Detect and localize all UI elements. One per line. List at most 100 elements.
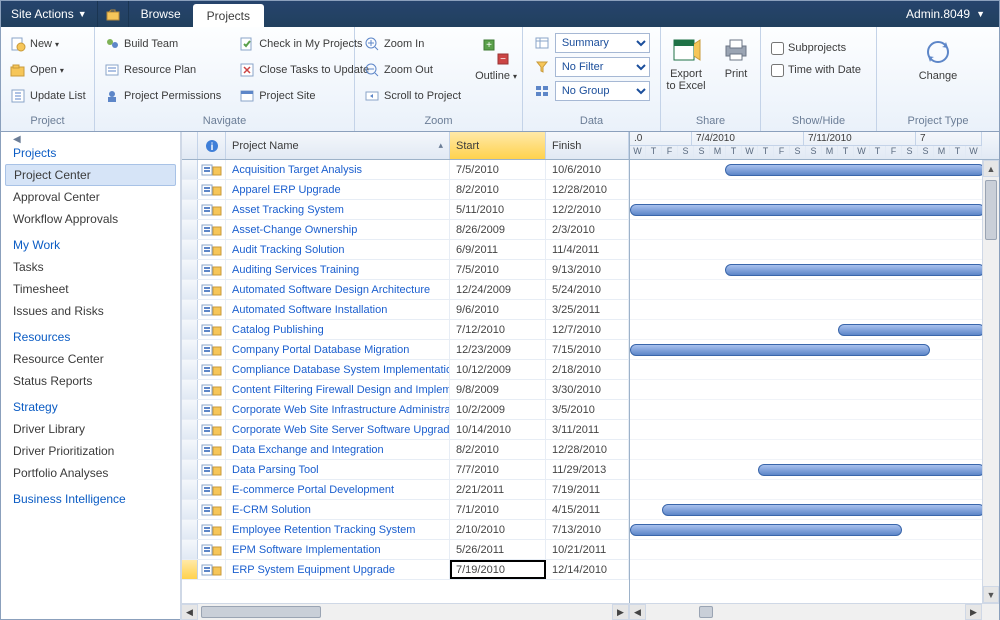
- finish-cell[interactable]: 12/2/2010: [546, 200, 629, 219]
- gantt-bar[interactable]: [630, 204, 985, 216]
- scroll-up-icon[interactable]: ▲: [983, 160, 999, 177]
- project-name-link[interactable]: Corporate Web Site Server Software Upgra…: [226, 420, 450, 439]
- build-team-button[interactable]: Build Team: [97, 33, 228, 55]
- project-name-link[interactable]: E-commerce Portal Development: [226, 480, 450, 499]
- finish-cell[interactable]: 11/4/2011: [546, 240, 629, 259]
- scroll-thumb[interactable]: [985, 180, 997, 240]
- finish-cell[interactable]: 10/6/2010: [546, 160, 629, 179]
- project-name-header[interactable]: Project Name ▴: [226, 132, 450, 159]
- sidebar-item[interactable]: Workflow Approvals: [1, 208, 180, 230]
- table-row[interactable]: Asset Tracking System5/11/201012/2/2010: [182, 200, 629, 220]
- gantt-bar[interactable]: [630, 344, 930, 356]
- table-row[interactable]: Employee Retention Tracking System2/10/2…: [182, 520, 629, 540]
- user-menu[interactable]: Admin.8049 ▼: [892, 1, 999, 27]
- row-header[interactable]: [182, 300, 198, 319]
- sidebar-section-head[interactable]: My Work: [1, 230, 180, 256]
- project-name-link[interactable]: Employee Retention Tracking System: [226, 520, 450, 539]
- table-row[interactable]: Data Exchange and Integration8/2/201012/…: [182, 440, 629, 460]
- scroll-to-project-button[interactable]: Scroll to Project: [357, 85, 468, 107]
- start-cell[interactable]: 8/26/2009: [450, 220, 546, 239]
- finish-cell[interactable]: 11/29/2013: [546, 460, 629, 479]
- row-header[interactable]: [182, 440, 198, 459]
- finish-cell[interactable]: 7/13/2010: [546, 520, 629, 539]
- sidebar-item[interactable]: Issues and Risks: [1, 300, 180, 322]
- finish-cell[interactable]: 12/7/2010: [546, 320, 629, 339]
- gantt-bar[interactable]: [662, 504, 985, 516]
- table-row[interactable]: E-commerce Portal Development2/21/20117/…: [182, 480, 629, 500]
- finish-cell[interactable]: 12/14/2010: [546, 560, 629, 579]
- finish-cell[interactable]: 3/30/2010: [546, 380, 629, 399]
- sidebar-item[interactable]: Tasks: [1, 256, 180, 278]
- project-name-link[interactable]: Audit Tracking Solution: [226, 240, 450, 259]
- gantt-hscroll[interactable]: ◀ ▶: [629, 604, 999, 620]
- scroll-down-icon[interactable]: ▼: [983, 586, 999, 603]
- gantt-bar[interactable]: [838, 324, 985, 336]
- group-select[interactable]: No Group: [555, 81, 650, 101]
- finish-cell[interactable]: 7/19/2011: [546, 480, 629, 499]
- gantt-bar[interactable]: [758, 464, 985, 476]
- table-row[interactable]: Audit Tracking Solution6/9/201111/4/2011: [182, 240, 629, 260]
- sidebar-item[interactable]: Resource Center: [1, 348, 180, 370]
- row-header[interactable]: [182, 180, 198, 199]
- zoom-out-button[interactable]: Zoom Out: [357, 59, 468, 81]
- gantt-body[interactable]: [630, 160, 999, 603]
- row-header[interactable]: [182, 340, 198, 359]
- project-name-link[interactable]: Data Exchange and Integration: [226, 440, 450, 459]
- project-name-link[interactable]: EPM Software Implementation: [226, 540, 450, 559]
- project-name-link[interactable]: Content Filtering Firewall Design and Im…: [226, 380, 450, 399]
- project-name-link[interactable]: ERP System Equipment Upgrade: [226, 560, 450, 579]
- project-name-link[interactable]: Asset Tracking System: [226, 200, 450, 219]
- sidebar-item[interactable]: Driver Library: [1, 418, 180, 440]
- finish-cell[interactable]: 10/21/2011: [546, 540, 629, 559]
- change-button[interactable]: Change: [910, 31, 967, 83]
- finish-header[interactable]: Finish: [546, 132, 629, 159]
- start-cell[interactable]: 5/11/2010: [450, 200, 546, 219]
- zoom-in-button[interactable]: Zoom In: [357, 33, 468, 55]
- row-header[interactable]: [182, 280, 198, 299]
- finish-cell[interactable]: 3/5/2010: [546, 400, 629, 419]
- tab-browse[interactable]: Browse: [129, 1, 193, 27]
- row-header[interactable]: [182, 260, 198, 279]
- project-name-link[interactable]: Auditing Services Training: [226, 260, 450, 279]
- finish-cell[interactable]: 12/28/2010: [546, 180, 629, 199]
- project-name-link[interactable]: Automated Software Installation: [226, 300, 450, 319]
- sidebar-item[interactable]: Driver Prioritization: [1, 440, 180, 462]
- sidebar-section-head[interactable]: Projects: [1, 138, 180, 164]
- collapse-sidebar-icon[interactable]: ◀: [13, 134, 21, 145]
- finish-cell[interactable]: 3/11/2011: [546, 420, 629, 439]
- grid-hscroll[interactable]: ◀ ▶: [181, 604, 629, 620]
- start-cell[interactable]: 9/8/2009: [450, 380, 546, 399]
- finish-cell[interactable]: 2/3/2010: [546, 220, 629, 239]
- table-row[interactable]: E-CRM Solution7/1/20104/15/2011: [182, 500, 629, 520]
- row-header[interactable]: [182, 540, 198, 559]
- project-name-link[interactable]: Apparel ERP Upgrade: [226, 180, 450, 199]
- outline-button[interactable]: +− Outline▾: [472, 31, 520, 113]
- site-actions-menu[interactable]: Site Actions ▼: [1, 1, 98, 27]
- table-row[interactable]: Data Parsing Tool7/7/201011/29/2013: [182, 460, 629, 480]
- start-cell[interactable]: 12/24/2009: [450, 280, 546, 299]
- table-row[interactable]: ERP System Equipment Upgrade7/19/201012/…: [182, 560, 629, 580]
- scroll-right-icon[interactable]: ▶: [965, 604, 982, 620]
- print-button[interactable]: Print: [713, 29, 759, 113]
- start-cell[interactable]: 8/2/2010: [450, 440, 546, 459]
- navigate-up-button[interactable]: [98, 1, 129, 27]
- scroll-left-icon[interactable]: ◀: [181, 604, 198, 620]
- scroll-right-icon[interactable]: ▶: [612, 604, 629, 620]
- table-row[interactable]: Corporate Web Site Server Software Upgra…: [182, 420, 629, 440]
- sidebar-item[interactable]: Status Reports: [1, 370, 180, 392]
- sidebar-section-head[interactable]: Strategy: [1, 392, 180, 418]
- start-cell[interactable]: 7/12/2010: [450, 320, 546, 339]
- project-permissions-button[interactable]: Project Permissions: [97, 85, 228, 107]
- time-with-date-checkbox[interactable]: Time with Date: [761, 59, 876, 81]
- gantt-bar[interactable]: [630, 524, 902, 536]
- row-header[interactable]: [182, 320, 198, 339]
- start-cell[interactable]: 5/26/2011: [450, 540, 546, 559]
- scroll-thumb[interactable]: [699, 606, 713, 618]
- vertical-scrollbar[interactable]: ▲ ▼: [982, 160, 999, 603]
- row-header[interactable]: [182, 220, 198, 239]
- resource-plan-button[interactable]: Resource Plan: [97, 59, 228, 81]
- sidebar-item[interactable]: Portfolio Analyses: [1, 462, 180, 484]
- new-button[interactable]: New▾: [3, 33, 92, 55]
- start-cell[interactable]: 7/5/2010: [450, 260, 546, 279]
- row-header[interactable]: [182, 380, 198, 399]
